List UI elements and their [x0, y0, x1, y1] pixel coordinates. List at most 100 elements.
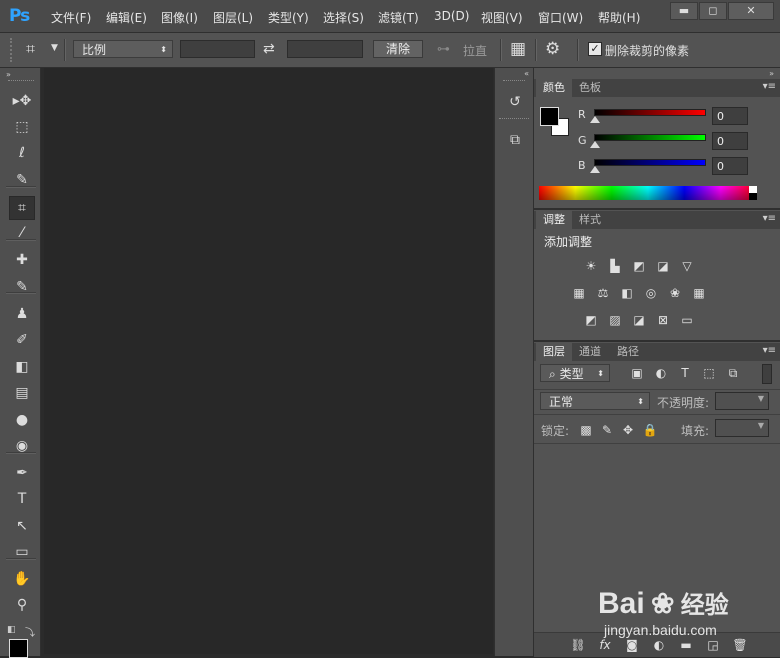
swap-colors-icon[interactable]: ⤵: [25, 624, 35, 639]
pixel-layer-filter-icon[interactable]: ▣: [629, 366, 645, 380]
chevron-down-icon[interactable]: ▼: [51, 43, 58, 53]
green-value-input[interactable]: 0: [712, 132, 748, 150]
crop-preset-icon[interactable]: ⌗: [26, 39, 35, 59]
layer-mask-icon[interactable]: ◙: [624, 638, 640, 652]
history-icon[interactable]: ↺: [503, 90, 527, 114]
expand-panel-icon[interactable]: »: [769, 69, 774, 78]
options-grip[interactable]: [10, 38, 20, 62]
healing-brush-tool-icon[interactable]: ✚: [10, 249, 34, 271]
new-layer-icon[interactable]: ◲: [705, 638, 721, 652]
foreground-color-swatch[interactable]: [9, 639, 28, 658]
brightness-contrast-icon[interactable]: ☀: [583, 259, 599, 273]
fill-input[interactable]: ▼: [715, 419, 769, 437]
dock-grip[interactable]: [499, 118, 529, 119]
gear-icon[interactable]: ⚙: [545, 39, 560, 59]
panel-menu-icon[interactable]: ▾≡: [763, 345, 776, 356]
layer-style-icon[interactable]: fx: [597, 638, 613, 652]
layer-filter-select[interactable]: ⌕ 类型 ⬍: [540, 364, 610, 382]
lock-image-icon[interactable]: ✎: [599, 423, 615, 437]
black-white-icon[interactable]: ◧: [619, 286, 635, 300]
foreground-color-swatch[interactable]: [540, 107, 559, 126]
minimize-button[interactable]: ▬: [670, 2, 698, 20]
menu-view[interactable]: 视图(V): [481, 9, 523, 26]
link-layers-icon[interactable]: ⛓: [570, 638, 586, 652]
curves-icon[interactable]: ◩: [631, 259, 647, 273]
hue-saturation-icon[interactable]: ▦: [571, 286, 587, 300]
zoom-tool-icon[interactable]: ⚲: [10, 594, 34, 616]
exposure-icon[interactable]: ◪: [655, 259, 671, 273]
gradient-map-icon[interactable]: ▭: [679, 313, 695, 327]
color-lookup-icon[interactable]: ▦: [691, 286, 707, 300]
clone-stamp-tool-icon[interactable]: ♟: [10, 303, 34, 325]
menu-filter[interactable]: 滤镜(T): [378, 9, 419, 26]
default-colors-icon[interactable]: ◧: [7, 625, 16, 635]
delete-cropped-checkbox[interactable]: ✓: [588, 42, 602, 56]
clear-button[interactable]: 清除: [373, 40, 423, 58]
menu-file[interactable]: 文件(F): [51, 9, 91, 26]
adjustment-layer-filter-icon[interactable]: ◐: [653, 366, 669, 380]
selective-color-icon[interactable]: ⊠: [655, 313, 671, 327]
menu-layer[interactable]: 图层(L): [213, 9, 253, 26]
spectrum-white-swatch[interactable]: [749, 186, 757, 193]
blue-slider[interactable]: [594, 159, 706, 166]
trash-icon[interactable]: 🗑: [732, 638, 748, 652]
dock-grip[interactable]: [503, 80, 525, 81]
blue-value-input[interactable]: 0: [712, 157, 748, 175]
ratio-select[interactable]: 比例 ⬍: [73, 40, 173, 58]
blur-tool-icon[interactable]: ●: [10, 409, 34, 431]
red-slider[interactable]: [594, 109, 706, 116]
properties-icon[interactable]: ⧉: [503, 128, 527, 152]
threshold-icon[interactable]: ◪: [631, 313, 647, 327]
blue-slider-thumb[interactable]: [590, 166, 600, 173]
vibrance-icon[interactable]: ▽: [679, 259, 695, 273]
tab-layers[interactable]: 图层: [536, 343, 572, 361]
brush-tool-icon[interactable]: ✎: [10, 276, 34, 298]
lock-all-icon[interactable]: 🔒: [642, 423, 658, 437]
toolbar-grip[interactable]: [8, 80, 34, 84]
hand-tool-icon[interactable]: ✋: [10, 568, 34, 590]
menu-edit[interactable]: 编辑(E): [106, 9, 147, 26]
lock-transparent-icon[interactable]: ▩: [578, 423, 594, 437]
menu-3d[interactable]: 3D(D): [434, 9, 469, 23]
filter-toggle[interactable]: [762, 364, 772, 384]
swap-icon[interactable]: ⇄: [263, 41, 275, 57]
levels-icon[interactable]: ▙: [607, 259, 623, 273]
panel-menu-icon[interactable]: ▾≡: [763, 213, 776, 224]
history-brush-tool-icon[interactable]: ✐: [10, 329, 34, 351]
menu-select[interactable]: 选择(S): [323, 9, 364, 26]
green-slider-thumb[interactable]: [590, 141, 600, 148]
expand-panel-icon[interactable]: »: [6, 70, 11, 79]
grid-overlay-icon[interactable]: ▦: [510, 39, 526, 59]
move-tool-icon[interactable]: ▸✥: [10, 90, 34, 112]
menu-help[interactable]: 帮助(H): [598, 9, 640, 26]
shape-layer-filter-icon[interactable]: ⬚: [701, 366, 717, 380]
menu-window[interactable]: 窗口(W): [538, 9, 583, 26]
type-layer-filter-icon[interactable]: T: [677, 366, 693, 380]
tab-swatches[interactable]: 色板: [572, 79, 608, 97]
opacity-input[interactable]: ▼: [715, 392, 769, 410]
red-slider-thumb[interactable]: [590, 116, 600, 123]
color-spectrum-bar[interactable]: [539, 186, 757, 200]
crop-tool-icon[interactable]: ⌗: [9, 196, 35, 220]
red-value-input[interactable]: 0: [712, 107, 748, 125]
tab-styles[interactable]: 样式: [572, 211, 608, 229]
type-tool-icon[interactable]: T: [10, 488, 34, 510]
close-button[interactable]: ✕: [728, 2, 774, 20]
menu-type[interactable]: 类型(Y): [268, 9, 309, 26]
document-canvas-area[interactable]: [44, 68, 493, 654]
channel-mixer-icon[interactable]: ❀: [667, 286, 683, 300]
lock-position-icon[interactable]: ✥: [620, 423, 636, 437]
panel-menu-icon[interactable]: ▾≡: [763, 81, 776, 92]
photo-filter-icon[interactable]: ◎: [643, 286, 659, 300]
tab-adjustments[interactable]: 调整: [536, 211, 572, 229]
lasso-tool-icon[interactable]: ℓ: [10, 142, 34, 164]
new-group-icon[interactable]: ▬: [678, 638, 694, 652]
menu-image[interactable]: 图像(I): [161, 9, 198, 26]
straighten-icon[interactable]: ⊶: [437, 42, 450, 57]
restore-button[interactable]: ◻: [699, 2, 727, 20]
blend-mode-select[interactable]: 正常 ⬍: [540, 392, 650, 410]
path-select-tool-icon[interactable]: ↖: [10, 515, 34, 537]
width-input[interactable]: [180, 40, 255, 58]
posterize-icon[interactable]: ▨: [607, 313, 623, 327]
gradient-tool-icon[interactable]: ▤: [10, 382, 34, 404]
